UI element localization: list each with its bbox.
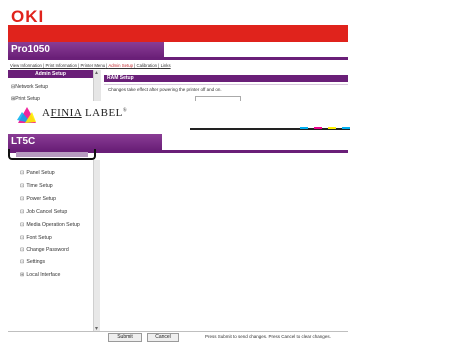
submit-button[interactable]: Submit: [108, 333, 142, 342]
page-icon: ⊡: [20, 170, 25, 176]
sidebar-item[interactable]: ⊡ Job Cancel Setup: [20, 209, 67, 215]
sidebar-item[interactable]: ⊡ Panel Setup: [20, 170, 55, 176]
page-icon: ⊡: [20, 196, 25, 202]
model-title: Pro1050: [11, 44, 50, 55]
sidebar-item[interactable]: ⊡ Change Password: [20, 247, 69, 253]
sidebar-item[interactable]: ⊡ Settings: [20, 259, 45, 265]
page-icon: ⊡: [20, 247, 25, 253]
product-title-bar: LT5C: [8, 134, 162, 150]
highlight-frame: [8, 149, 96, 160]
sidebar-scrollbar[interactable]: [93, 160, 100, 332]
sidebar-item-label: Panel Setup: [26, 170, 55, 176]
header-underbar: [8, 57, 348, 60]
sidebar-item-label: Font Setup: [26, 235, 52, 241]
nav-link[interactable]: Printer Menu: [81, 63, 106, 68]
page-icon: ⊡: [20, 183, 25, 189]
cmyk-dash-decoration: [300, 127, 350, 129]
logo-word-label: LABEL: [81, 107, 123, 119]
sidebar-item[interactable]: ⊞ Local Interface: [20, 272, 60, 278]
nav-link[interactable]: View Information: [10, 63, 42, 68]
registered-mark: ®: [122, 108, 128, 114]
ram-setup-note: Changes take effect after powering the p…: [108, 87, 222, 92]
sidebar-item-label: Settings: [26, 259, 46, 265]
scroll-up-icon[interactable]: ▲: [93, 70, 100, 76]
page-icon: ⊡: [20, 222, 25, 228]
sidebar-menu: ⊡ Panel Setup ⊡ Time Setup ⊡ Power Setup ⊡ Job …: [8, 160, 96, 332]
sidebar-item-label: Network Setup: [15, 84, 48, 90]
admin-setup-header: Admin Setup: [8, 70, 93, 78]
sidebar-item[interactable]: ⊡ Font Setup: [20, 235, 52, 241]
sidebar-item-label: Change Password: [26, 247, 69, 253]
dot-pattern-decoration: [175, 134, 350, 148]
page-icon: ⊡: [20, 235, 25, 241]
brand-red-bar: [8, 25, 348, 42]
expand-icon: ⊞: [20, 272, 25, 278]
sidebar-item-label: Time Setup: [26, 183, 53, 189]
page-icon: ⊡: [20, 259, 25, 265]
sidebar-item-network-setup[interactable]: ⊟Network Setup: [11, 84, 48, 90]
sidebar-item[interactable]: ⊡ Media Operation Setup: [20, 222, 80, 228]
sidebar-item-label: Local Interface: [26, 272, 61, 278]
sidebar-item-label: Power Setup: [26, 196, 57, 202]
footer-note: Press Submit to send changes. Press Canc…: [205, 334, 331, 339]
nav-link[interactable]: Print Information: [45, 63, 77, 68]
nav-link[interactable]: Links: [161, 63, 171, 68]
sidebar-item-label: Media Operation Setup: [26, 222, 80, 228]
nav-link[interactable]: Calibration: [137, 63, 158, 68]
nav-link[interactable]: Admin Setup: [108, 63, 133, 68]
sidebar-item-label: Job Cancel Setup: [26, 209, 68, 215]
divider: [104, 84, 348, 85]
afinia-logo-text: AFINIA LABEL®: [42, 107, 127, 119]
model-title-bar: Pro1050: [8, 42, 164, 58]
sidebar-item[interactable]: ⊡ Time Setup: [20, 183, 53, 189]
product-title: LT5C: [11, 136, 36, 147]
footer-divider: [8, 331, 348, 332]
sidebar-item[interactable]: ⊡ Power Setup: [20, 196, 56, 202]
ram-setup-header: RAM Setup: [104, 75, 348, 82]
afinia-logo-icon: [17, 107, 36, 123]
top-nav: View Information | Print Information | P…: [10, 63, 171, 68]
cancel-button[interactable]: Cancel: [147, 333, 179, 342]
logo-word: FINIA: [50, 107, 82, 119]
oki-logo: OKI: [11, 7, 45, 26]
page-icon: ⊡: [20, 209, 25, 215]
